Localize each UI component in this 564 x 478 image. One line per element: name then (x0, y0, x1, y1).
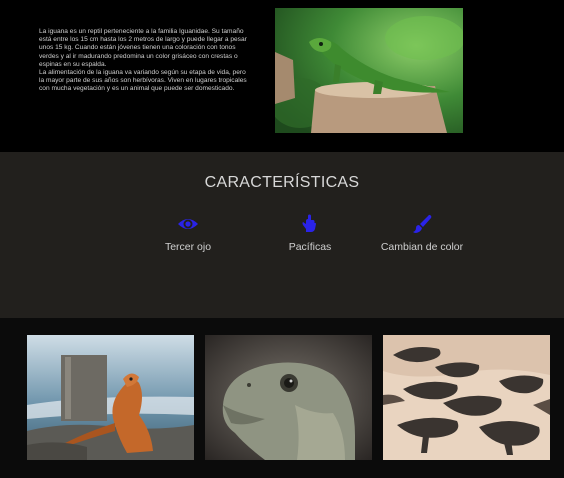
intro-paragraph-2: La alimentación de la iguana va variando… (39, 69, 247, 93)
gallery-section (0, 318, 564, 478)
paint-brush-icon (411, 214, 433, 234)
features-section: CARACTERÍSTICAS Tercer ojo Pacíficas Cam… (0, 152, 564, 318)
feature-third-eye: Tercer ojo (128, 214, 248, 255)
feature-label-peaceful: Pacíficas (288, 241, 332, 253)
feature-change-color: Cambian de color (362, 214, 482, 255)
features-title: CARACTERÍSTICAS (204, 174, 360, 191)
intro-section: La iguana es un reptil perteneciente a l… (0, 0, 564, 152)
feature-label-change-color: Cambian de color (380, 241, 464, 253)
feature-peaceful: Pacíficas (250, 214, 370, 255)
hand-icon (299, 214, 321, 234)
gallery-photo-orange-iguana (27, 335, 194, 460)
feature-label-third-eye: Tercer ojo (164, 241, 212, 253)
green-iguana-photo (275, 8, 463, 133)
gallery-photo-marine-iguanas (383, 335, 550, 460)
gallery-photo-iguana-head (205, 335, 372, 460)
intro-paragraph-1: La iguana es un reptil perteneciente a l… (39, 28, 247, 68)
eye-icon (177, 214, 199, 234)
intro-description: La iguana es un reptil perteneciente a l… (39, 28, 247, 94)
